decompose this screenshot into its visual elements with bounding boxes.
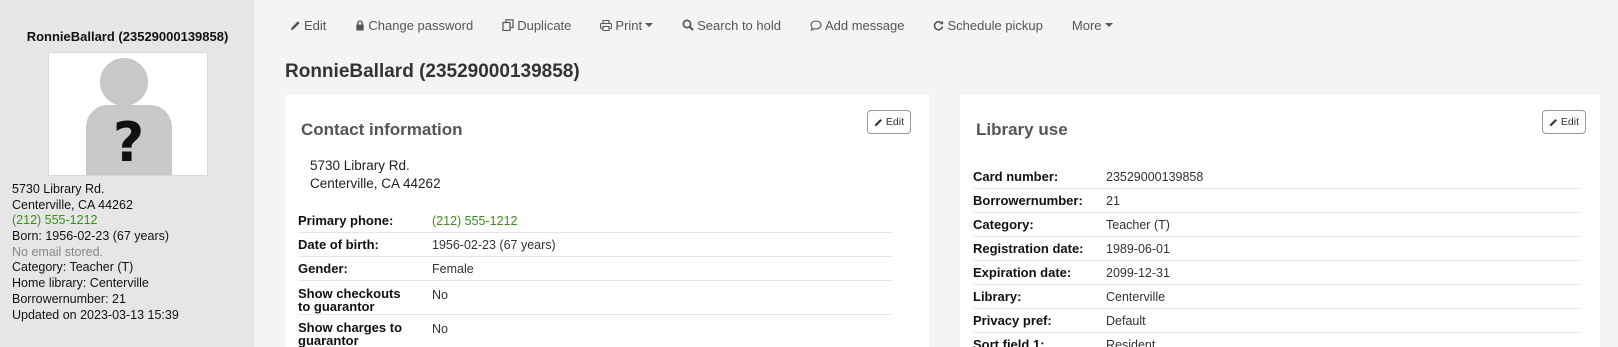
library-value: Centerville [1106, 290, 1166, 304]
contact-row-gender: Gender: Female [298, 257, 892, 281]
contact-label: Show charges to guarantor [298, 315, 432, 347]
contact-edit-label: Edit [885, 116, 904, 128]
primary-phone-value: (212) 555-1212 [432, 214, 518, 228]
show-checkouts-value: No [432, 288, 448, 302]
add-message-label: Add message [824, 17, 905, 33]
edit-button[interactable]: Edit [290, 18, 326, 33]
schedule-pickup-button[interactable]: Schedule pickup [933, 17, 1043, 33]
library-row-library: Library: Centerville [973, 285, 1580, 309]
date-of-birth-value: 1956-02-23 (67 years) [432, 238, 556, 252]
library-label: Sort field 1: [973, 337, 1045, 347]
library-label: Borrowernumber: [973, 193, 1083, 208]
contact-label: Primary phone: [298, 213, 394, 228]
library-use-edit-label: Edit [1560, 116, 1579, 128]
library-row-sort-field-1: Sort field 1: Resident [973, 333, 1580, 347]
borrowernumber-value: 21 [1106, 194, 1120, 208]
page-title: RonnieBallard (23529000139858) [285, 61, 580, 82]
add-message-button[interactable]: Add message [810, 17, 905, 33]
refresh-icon [934, 20, 944, 30]
library-label: Card number: [973, 169, 1059, 184]
library-use-edit-button[interactable]: Edit [1541, 110, 1586, 134]
avatar-head-shape [99, 58, 148, 106]
patron-photo[interactable]: ? [47, 52, 208, 176]
duplicate-label: Duplicate [517, 17, 572, 33]
sidebar-updated: Updated on 2023-03-13 15:39 [12, 307, 179, 322]
card-number-value: 23529000139858 [1106, 170, 1204, 184]
patron-sidebar: RonnieBallard (23529000139858) ? 5730 Li… [0, 0, 255, 347]
print-label: Print [615, 17, 643, 33]
duplicate-button[interactable]: Duplicate [502, 18, 571, 33]
pencil-icon [1549, 118, 1557, 126]
library-use-title: Library use [976, 120, 1068, 139]
library-label: Expiration date: [973, 265, 1072, 280]
library-use-details-list: Card number: 23529000139858 Borrowernumb… [973, 165, 1580, 347]
question-mark-icon: ? [112, 111, 145, 174]
contact-information-panel: Contact information Edit 5730 Library Rd… [285, 95, 929, 347]
search-to-hold-label: Search to hold [697, 17, 781, 33]
contact-address-line2: Centerville, CA 44262 [310, 176, 441, 191]
contact-address-line1: 5730 Library Rd. [310, 158, 410, 173]
sidebar-borrowernumber: Borrowernumber: 21 [12, 291, 126, 306]
library-row-category: Category: Teacher (T) [973, 213, 1580, 237]
contact-row-show-checkouts: Show checkouts to guarantor No [298, 281, 892, 315]
library-label: Category: [973, 217, 1034, 232]
show-charges-value: No [432, 322, 448, 336]
sort-field-1-value: Resident [1106, 338, 1156, 347]
sidebar-patron-name: RonnieBallard (23529000139858) [26, 29, 229, 44]
chevron-down-icon [1104, 23, 1113, 27]
privacy-pref-value: Default [1106, 314, 1146, 328]
lock-icon [356, 19, 365, 31]
contact-label-line: guarantor [298, 333, 359, 347]
library-row-borrowernumber: Borrowernumber: 21 [973, 189, 1580, 213]
more-label: More [1071, 17, 1102, 33]
sidebar-email-status: No email stored. [12, 244, 104, 259]
sidebar-home-library: Home library: Centerville [12, 276, 149, 291]
patron-toolbar: Edit Change password Duplicate Print Sea… [290, 14, 1142, 36]
library-label: Privacy pref: [973, 313, 1052, 328]
library-use-panel: Library use Edit Card number: 2352900013… [960, 95, 1600, 347]
library-row-registration-date: Registration date: 1989-06-01 [973, 237, 1580, 261]
gender-value: Female [432, 262, 474, 276]
comment-icon [810, 19, 822, 31]
contact-row-primary-phone: Primary phone: (212) 555-1212 [298, 209, 892, 233]
pencil-icon [290, 20, 300, 30]
sidebar-patron-details: 5730 Library Rd. Centerville, CA 44262 (… [12, 182, 243, 323]
change-password-label: Change password [368, 17, 474, 33]
sidebar-address-line1: 5730 Library Rd. [12, 182, 105, 196]
print-dropdown-button[interactable]: Print [600, 17, 654, 33]
contact-row-date-of-birth: Date of birth: 1956-02-23 (67 years) [298, 233, 892, 257]
contact-information-title: Contact information [301, 120, 463, 139]
library-label: Registration date: [973, 241, 1084, 256]
contact-edit-button[interactable]: Edit [866, 110, 911, 134]
contact-row-show-charges: Show charges to guarantor No [298, 315, 892, 347]
copy-icon [502, 19, 514, 31]
sidebar-born: Born: 1956-02-23 (67 years) [12, 229, 170, 244]
search-to-hold-button[interactable]: Search to hold [682, 18, 781, 33]
contact-label: Date of birth: [298, 237, 379, 252]
change-password-button[interactable]: Change password [355, 18, 473, 33]
search-icon [682, 19, 694, 31]
contact-address: 5730 Library Rd. Centerville, CA 44262 [310, 157, 441, 193]
sidebar-address-line2: Centerville, CA 44262 [12, 197, 133, 212]
printer-icon [600, 19, 613, 31]
contact-label: Gender: [298, 261, 348, 276]
contact-label: Show checkouts to guarantor [298, 281, 432, 314]
sidebar-category: Category: Teacher (T) [12, 260, 134, 275]
sidebar-phone: (212) 555-1212 [12, 213, 98, 228]
pencil-icon [874, 118, 882, 126]
chevron-down-icon [645, 23, 654, 27]
edit-button-label: Edit [304, 17, 327, 33]
schedule-pickup-label: Schedule pickup [947, 17, 1043, 33]
expiration-date-value: 2099-12-31 [1106, 266, 1170, 280]
library-row-expiration-date: Expiration date: 2099-12-31 [973, 261, 1580, 285]
category-value: Teacher (T) [1106, 218, 1170, 232]
contact-details-list: Primary phone: (212) 555-1212 Date of bi… [298, 209, 892, 347]
registration-date-value: 1989-06-01 [1106, 242, 1170, 256]
library-label: Library: [973, 289, 1022, 304]
more-dropdown-button[interactable]: More [1072, 18, 1113, 33]
library-row-privacy-pref: Privacy pref: Default [973, 309, 1580, 333]
library-row-card-number: Card number: 23529000139858 [973, 165, 1580, 189]
contact-label-line: to guarantor [298, 299, 375, 314]
